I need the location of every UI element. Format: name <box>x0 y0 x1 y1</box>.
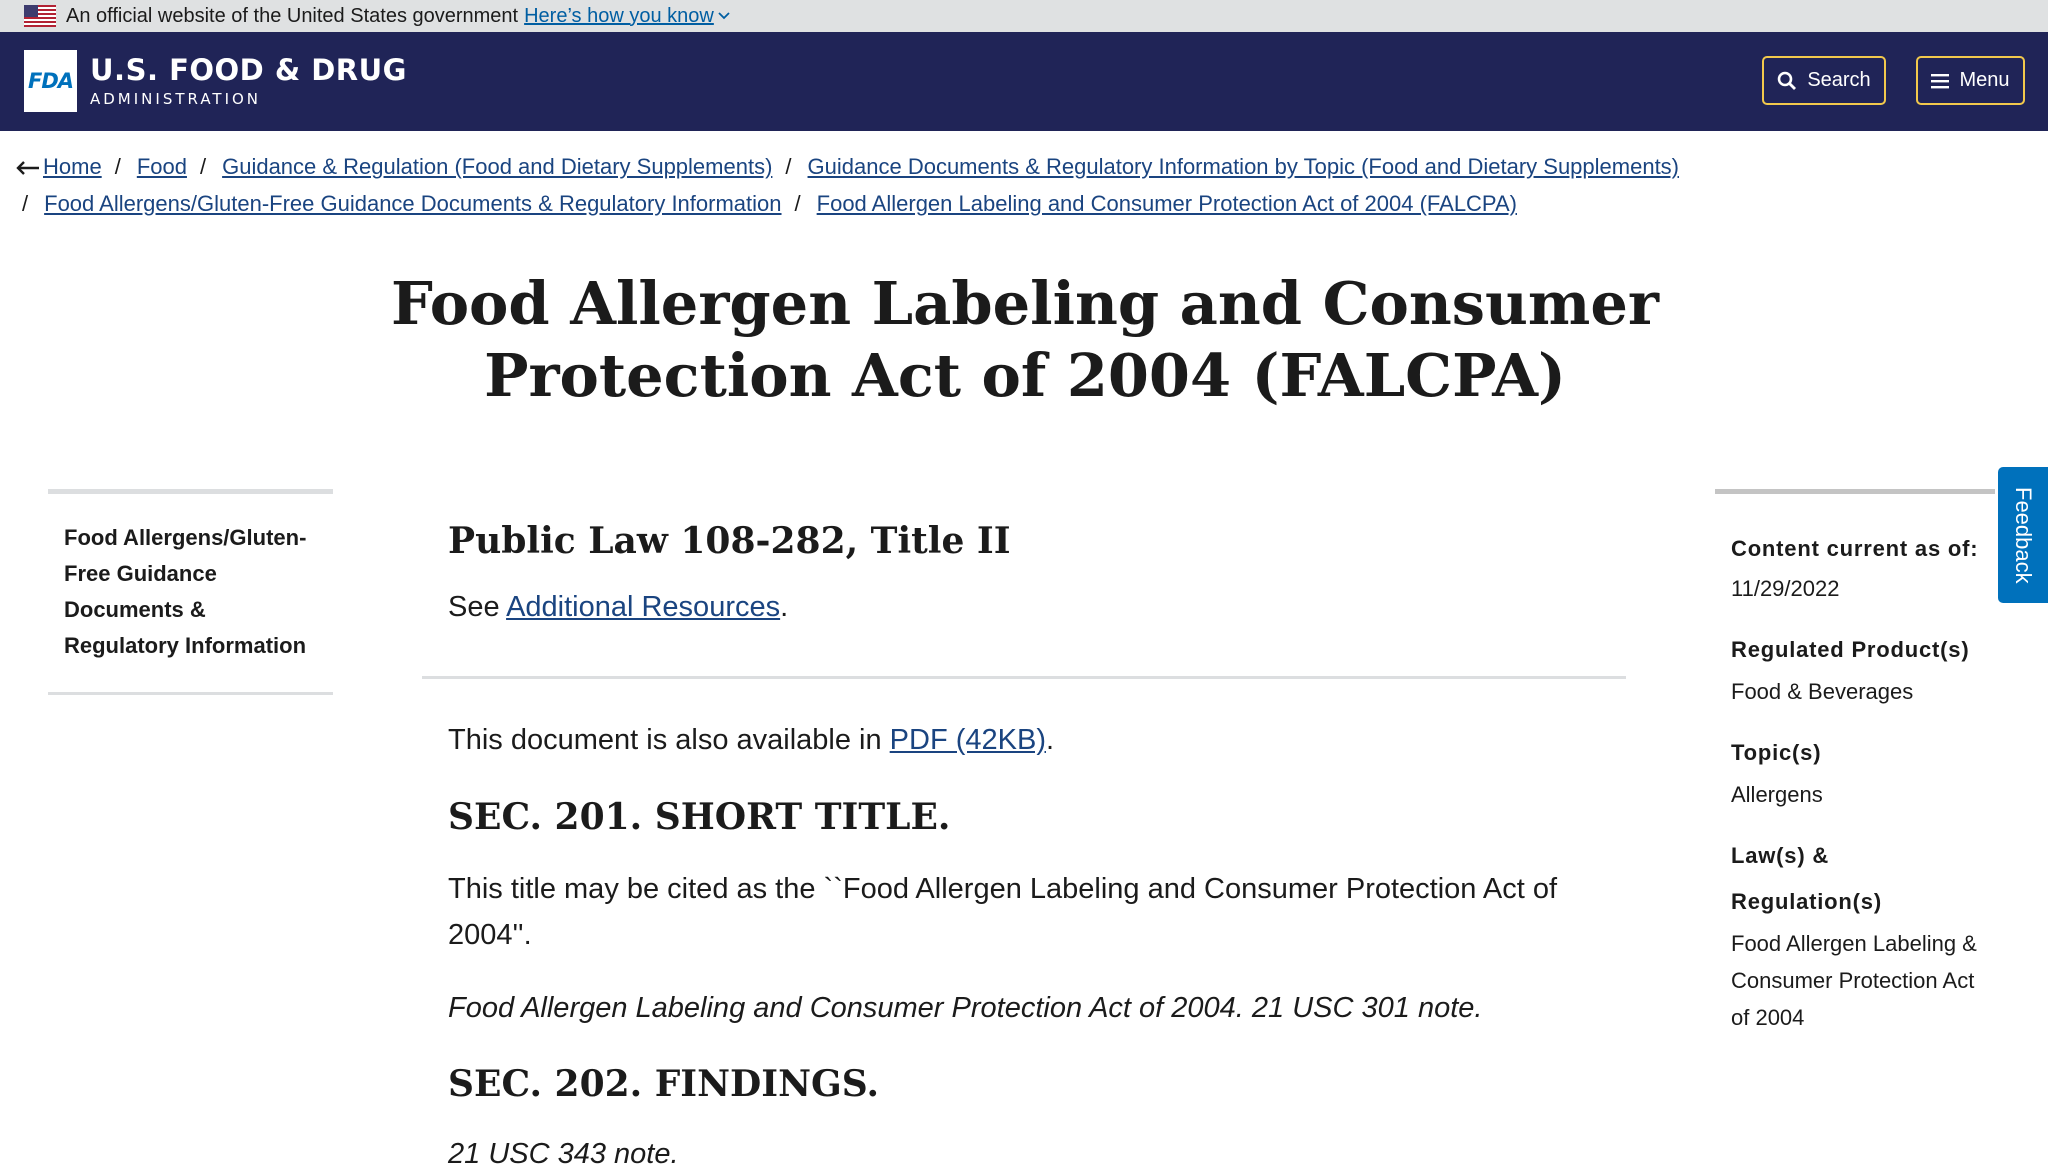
how-you-know-link[interactable]: Here’s how you know <box>524 5 730 28</box>
topics-block: Topic(s) Allergens <box>1731 730 1995 813</box>
feedback-tab[interactable]: Feedback <box>1998 467 2048 603</box>
section-nav-item[interactable]: Food Allergens/Gluten-Free Guidance Docu… <box>64 520 324 664</box>
fda-logo[interactable]: FDA <box>24 50 77 112</box>
laws-regulations-value: Food Allergen Labeling & Consumer Protec… <box>1731 931 1977 1030</box>
agency-name-line1: U.S. FOOD & DRUG <box>90 53 407 87</box>
site-header: FDA U.S. FOOD & DRUG ADMINISTRATION Sear… <box>0 32 2048 131</box>
pdf-link[interactable]: PDF (42KB) <box>890 724 1046 756</box>
law-heading: Public Law 108-282, Title II <box>448 520 1011 562</box>
breadcrumb-falcpa[interactable]: Food Allergen Labeling and Consumer Prot… <box>817 191 1517 216</box>
section-nav: Food Allergens/Gluten-Free Guidance Docu… <box>48 489 333 695</box>
laws-label-line1: Law(s) & <box>1731 843 1830 868</box>
regulated-products-value: Food & Beverages <box>1731 679 1914 704</box>
arrow-left-icon <box>16 161 39 176</box>
search-icon <box>1778 71 1797 90</box>
breadcrumb-separator: / <box>794 191 801 216</box>
see-resources-line: See Additional Resources. <box>448 588 1598 626</box>
breadcrumb-separator: / <box>22 191 29 216</box>
pdf-availability-line: This document is also available in PDF (… <box>448 720 1054 760</box>
see-suffix: . <box>780 591 789 623</box>
topics-label: Topic(s) <box>1731 740 1822 765</box>
breadcrumb-row-2: / Food Allergens/Gluten-Free Guidance Doc… <box>16 185 2016 222</box>
menu-button[interactable]: Menu <box>1916 56 2025 105</box>
us-flag-icon <box>24 5 56 27</box>
laws-label-line2: Regulation(s) <box>1731 889 1882 914</box>
content-divider <box>422 676 1626 679</box>
content-current-label: Content current as of: <box>1731 536 1979 561</box>
laws-regulations-block: Law(s) & Regulation(s) Food Allergen Lab… <box>1731 833 1995 1036</box>
content-current-block: Content current as of: 11/29/2022 <box>1731 526 1995 607</box>
regulated-products-label: Regulated Product(s) <box>1731 637 1970 662</box>
breadcrumb-home[interactable]: Home <box>43 154 102 179</box>
search-button[interactable]: Search <box>1762 56 1886 105</box>
sec-201-text: This title may be cited as the ``Food Al… <box>448 873 1558 951</box>
sec-202-heading: SEC. 202. FINDINGS. <box>448 1063 879 1105</box>
breadcrumb: Home / Food / Guidance & Regulation (Food an… <box>16 148 2016 222</box>
breadcrumb-row-1: Home / Food / Guidance & Regulation (Food an… <box>16 148 2016 185</box>
sec-201-citation: Food Allergen Labeling and Consumer Prot… <box>448 992 1483 1024</box>
regulated-products-block: Regulated Product(s) Food & Beverages <box>1731 627 1995 710</box>
avail-suffix: . <box>1046 724 1055 756</box>
agency-name[interactable]: U.S. FOOD & DRUG ADMINISTRATION <box>90 54 407 110</box>
agency-name-line2: ADMINISTRATION <box>90 90 262 108</box>
content-metadata: Content current as of: 11/29/2022 Regula… <box>1715 489 1995 1056</box>
chevron-down-icon <box>718 12 730 20</box>
breadcrumb-separator: / <box>785 154 792 179</box>
additional-resources-link[interactable]: Additional Resources <box>506 591 780 623</box>
breadcrumb-guidance-documents-by-topic[interactable]: Guidance Documents & Regulatory Informat… <box>808 154 1679 179</box>
breadcrumb-food[interactable]: Food <box>137 154 187 179</box>
topics-value: Allergens <box>1731 782 1823 807</box>
breadcrumb-separator: / <box>199 154 207 179</box>
gov-banner: An official website of the United States… <box>0 0 2048 32</box>
search-button-label: Search <box>1807 69 1871 91</box>
breadcrumb-guidance-regulation[interactable]: Guidance & Regulation (Food and Dietary … <box>222 154 772 179</box>
hamburger-icon <box>1931 73 1950 88</box>
see-prefix: See <box>448 591 507 623</box>
breadcrumb-food-allergens[interactable]: Food Allergens/Gluten-Free Guidance Docu… <box>44 191 781 216</box>
content-current-value: 11/29/2022 <box>1731 576 1840 601</box>
page-title: Food Allergen Labeling and Consumer Prot… <box>391 269 1659 410</box>
fda-logo-text: FDA <box>27 69 74 93</box>
breadcrumb-separator: / <box>114 154 121 179</box>
sec-201-heading: SEC. 201. SHORT TITLE. <box>448 796 951 838</box>
feedback-label: Feedback <box>2011 486 2036 584</box>
main-content: Public Law 108-282, Title II See Additio… <box>448 510 1598 626</box>
sec-202-citation: 21 USC 343 note. <box>448 1138 679 1170</box>
menu-button-label: Menu <box>1959 69 2010 91</box>
how-you-know-label: Here’s how you know <box>524 4 714 27</box>
gov-banner-text: An official website of the United States… <box>66 4 519 27</box>
avail-prefix: This document is also available in <box>448 724 890 756</box>
